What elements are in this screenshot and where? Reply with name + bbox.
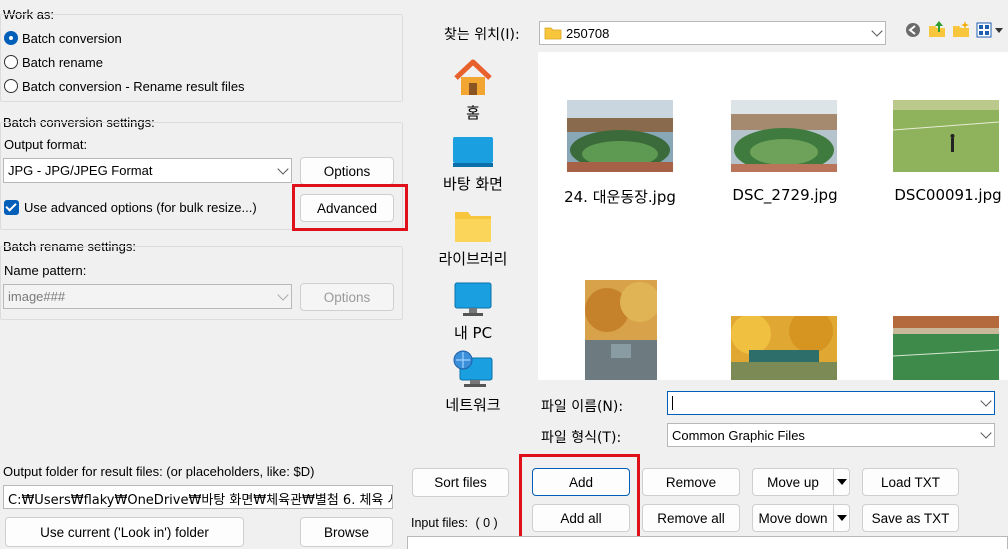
output-folder-input[interactable]: C:₩Users₩flaky₩OneDrive₩바탕 화면₩체육관₩별첨 6. … bbox=[3, 485, 393, 509]
advanced-options-label: Use advanced options (for bulk resize...… bbox=[24, 200, 257, 215]
place-home[interactable]: 홈 bbox=[418, 58, 528, 123]
filetype-value: Common Graphic Files bbox=[672, 427, 805, 443]
caret-down-icon[interactable] bbox=[995, 28, 1003, 34]
name-pattern-value: image### bbox=[8, 289, 66, 304]
move-up-button[interactable]: Move up bbox=[752, 468, 850, 496]
network-icon bbox=[453, 350, 493, 387]
file-thumbnail[interactable] bbox=[585, 280, 657, 380]
look-in-value: 250708 bbox=[566, 25, 610, 41]
place-network[interactable]: 네트워크 bbox=[418, 350, 528, 415]
file-name[interactable]: DSC_2729.jpg bbox=[710, 186, 860, 204]
radio-batch-conversion-rename[interactable]: Batch conversion - Rename result files bbox=[4, 76, 245, 96]
radio-batch-conversion[interactable]: Batch conversion bbox=[4, 28, 122, 48]
place-label: 네트워크 bbox=[445, 396, 501, 414]
name-pattern-select[interactable]: image### bbox=[3, 284, 292, 309]
radio-button-checked[interactable] bbox=[4, 31, 18, 45]
filename-input[interactable] bbox=[667, 391, 995, 415]
filetype-select[interactable]: Common Graphic Files bbox=[667, 423, 995, 447]
new-folder-icon[interactable] bbox=[952, 20, 970, 38]
file-thumbnail[interactable] bbox=[731, 316, 837, 380]
use-current-folder-button[interactable]: Use current ('Look in') folder bbox=[5, 517, 244, 547]
input-files-label: Input files: ( 0 ) bbox=[411, 516, 498, 530]
look-in-label: 찾는 위치(I): bbox=[444, 27, 520, 43]
name-pattern-label: Name pattern: bbox=[4, 263, 87, 278]
sort-files-button[interactable]: Sort files bbox=[412, 468, 509, 497]
place-library[interactable]: 라이브러리 bbox=[418, 208, 528, 269]
move-down-label[interactable]: Move down bbox=[753, 511, 833, 526]
radio-batch-rename[interactable]: Batch rename bbox=[4, 52, 103, 72]
desktop-icon bbox=[453, 137, 493, 167]
radio-button[interactable] bbox=[4, 79, 18, 93]
rename-options-button[interactable]: Options bbox=[300, 283, 394, 311]
load-txt-button[interactable]: Load TXT bbox=[862, 468, 959, 496]
remove-button[interactable]: Remove bbox=[642, 468, 740, 496]
input-files-title: Input files: bbox=[411, 516, 468, 530]
format-options-button[interactable]: Options bbox=[300, 157, 394, 185]
place-this-pc[interactable]: 내 PC bbox=[418, 282, 528, 343]
file-name[interactable]: 24. 대운동장.jpg bbox=[545, 186, 695, 207]
place-desktop[interactable]: 바탕 화면 bbox=[418, 135, 528, 194]
file-thumbnail[interactable] bbox=[731, 100, 837, 172]
file-name[interactable]: DSC00091.jpg bbox=[873, 186, 1008, 204]
radio-label: Batch conversion bbox=[22, 30, 122, 46]
browse-button[interactable]: Browse bbox=[300, 517, 393, 547]
remove-all-button[interactable]: Remove all bbox=[642, 504, 740, 532]
place-label: 내 PC bbox=[453, 324, 493, 342]
output-format-label: Output format: bbox=[4, 137, 88, 152]
file-thumbnail[interactable] bbox=[893, 316, 999, 380]
text-caret bbox=[672, 396, 673, 410]
radio-label: Batch rename bbox=[22, 54, 103, 70]
place-label: 라이브러리 bbox=[438, 250, 508, 268]
move-down-button[interactable]: Move down bbox=[752, 504, 850, 532]
up-folder-icon[interactable] bbox=[928, 20, 946, 38]
library-folder-icon bbox=[455, 212, 491, 242]
advanced-options-checkbox-row[interactable]: Use advanced options (for bulk resize...… bbox=[4, 200, 257, 215]
highlight-add-buttons bbox=[519, 454, 640, 542]
computer-icon bbox=[454, 282, 492, 316]
view-menu-icon[interactable] bbox=[976, 22, 992, 38]
move-up-dropdown[interactable] bbox=[833, 469, 849, 495]
move-down-dropdown[interactable] bbox=[833, 505, 849, 531]
filename-label: 파일 이름(N): bbox=[541, 399, 624, 415]
output-format-value: JPG - JPG/JPEG Format bbox=[8, 163, 153, 178]
folder-icon bbox=[544, 27, 562, 40]
chevron-down-icon bbox=[980, 427, 992, 439]
look-in-select[interactable]: 250708 bbox=[539, 21, 886, 45]
back-icon[interactable] bbox=[905, 22, 921, 38]
file-list-view[interactable]: 24. 대운동장.jpg DSC_2729.jpg DSC00091.jpg bbox=[538, 52, 1008, 380]
radio-label: Batch conversion - Rename result files bbox=[22, 78, 245, 94]
move-up-label[interactable]: Move up bbox=[753, 475, 833, 490]
caret-down-icon bbox=[836, 515, 847, 521]
place-label: 바탕 화면 bbox=[443, 175, 503, 193]
chevron-down-icon bbox=[871, 25, 883, 37]
highlight-advanced bbox=[292, 184, 408, 231]
advanced-options-checkbox[interactable] bbox=[4, 200, 19, 215]
home-icon bbox=[454, 59, 492, 95]
file-thumbnail[interactable] bbox=[567, 100, 673, 172]
caret-down-icon bbox=[836, 479, 847, 485]
input-files-count: ( 0 ) bbox=[475, 516, 498, 530]
output-folder-label: Output folder for result files: (or plac… bbox=[3, 464, 315, 479]
chevron-down-icon bbox=[277, 162, 289, 175]
output-format-select[interactable]: JPG - JPG/JPEG Format bbox=[3, 158, 292, 183]
filetype-label: 파일 형식(T): bbox=[541, 430, 622, 446]
chevron-down-icon bbox=[980, 395, 992, 407]
save-as-txt-button[interactable]: Save as TXT bbox=[862, 504, 959, 532]
radio-button[interactable] bbox=[4, 55, 18, 69]
file-thumbnail[interactable] bbox=[893, 100, 999, 172]
input-files-list[interactable] bbox=[407, 536, 1008, 549]
chevron-down-icon bbox=[277, 288, 289, 301]
place-label: 홈 bbox=[466, 104, 480, 122]
